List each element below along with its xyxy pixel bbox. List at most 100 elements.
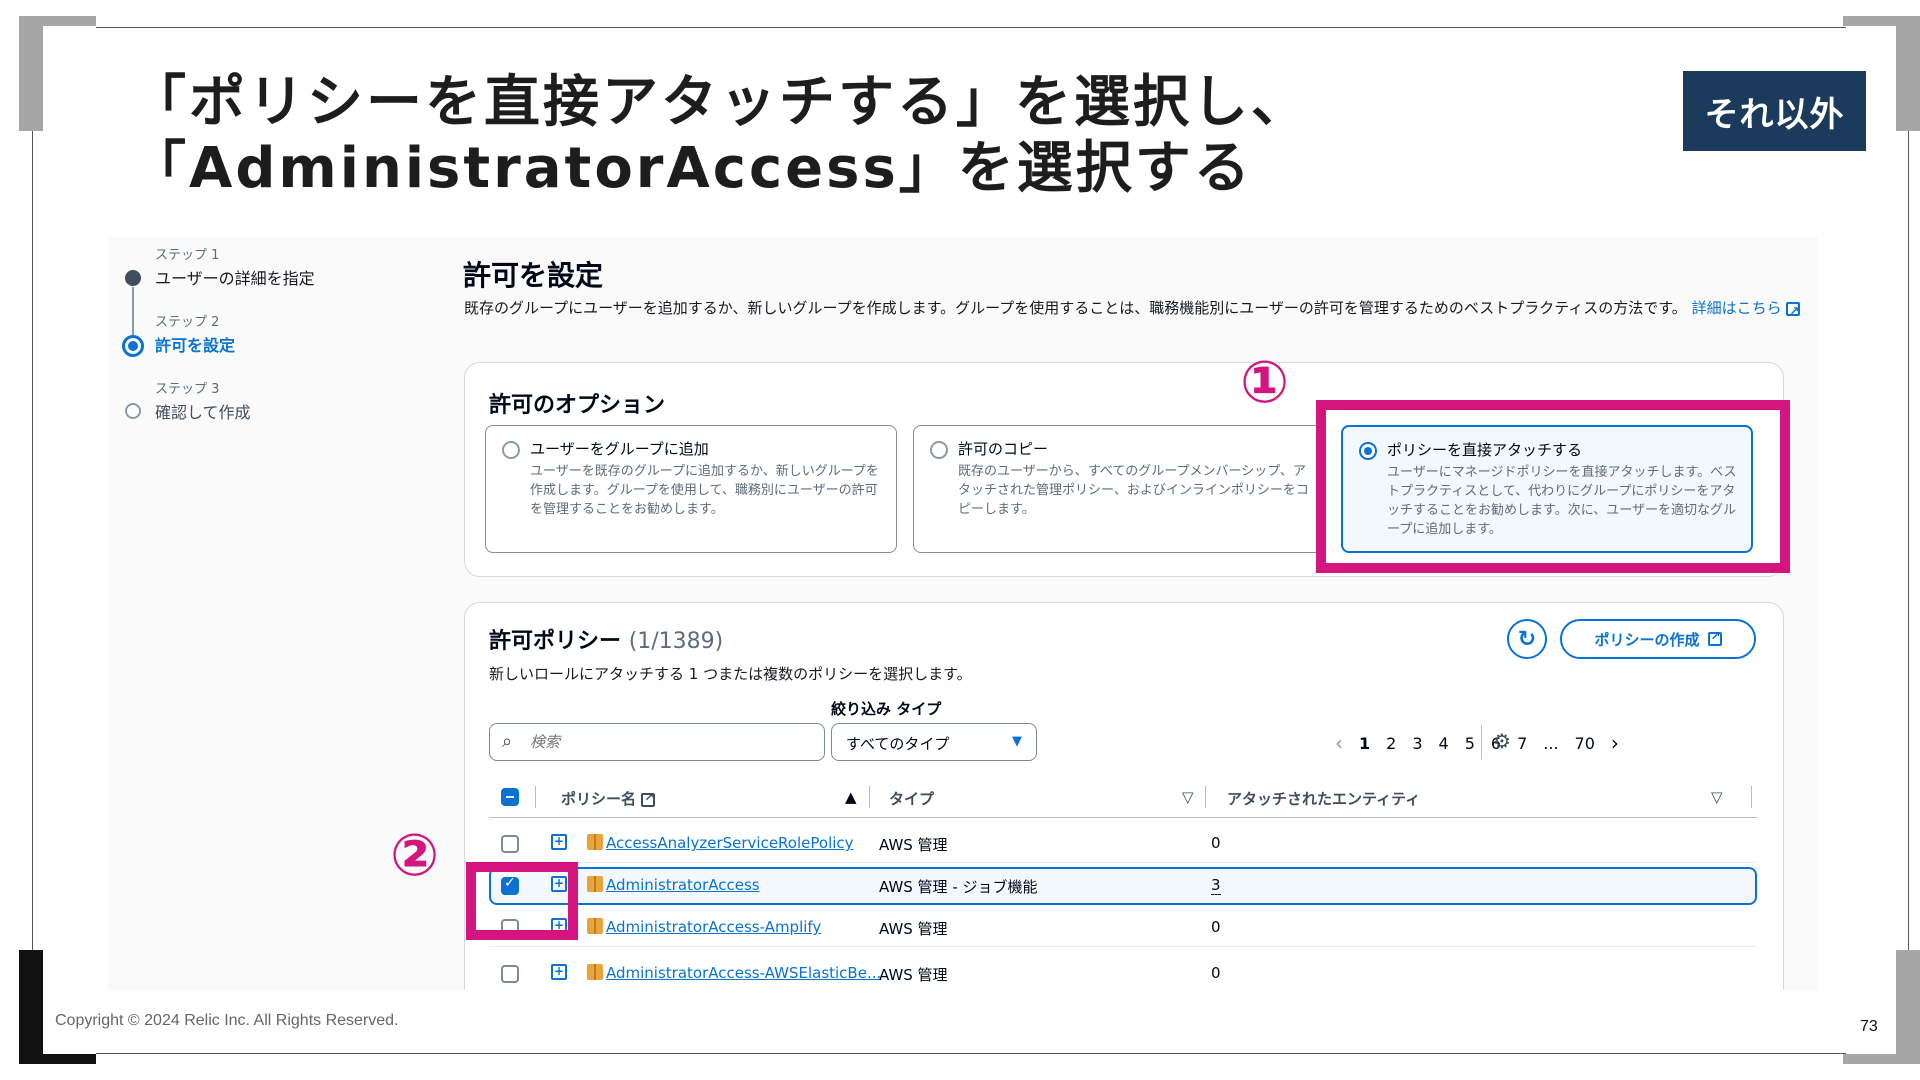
- create-policy-label: ポリシーの作成: [1594, 630, 1700, 649]
- page-number: 73: [1860, 1018, 1878, 1035]
- corner-bottom-right: [1843, 1054, 1920, 1064]
- category-badge: それ以外: [1683, 71, 1866, 151]
- description-text: 既存のグループにユーザーを追加するか、新しいグループを作成します。グループを使用…: [464, 299, 1687, 317]
- attached-entities: 0: [1211, 918, 1221, 936]
- page-link[interactable]: 7: [1517, 734, 1527, 753]
- frame-bottom-line: [96, 1053, 1846, 1054]
- external-link-icon: [1786, 299, 1801, 324]
- search-icon: ⌕: [502, 731, 513, 752]
- step-label: 許可を設定: [155, 336, 236, 355]
- divider: [535, 786, 536, 808]
- page-link[interactable]: 3: [1412, 734, 1422, 753]
- slide-title-line2: 「AdministratorAccess」を選択する: [130, 136, 1253, 201]
- frame-right-line: [1908, 130, 1909, 950]
- page-link[interactable]: 1: [1359, 734, 1370, 753]
- page-link[interactable]: 2: [1386, 734, 1396, 753]
- option-title: ユーザーをグループに追加: [530, 440, 709, 458]
- page-title: 許可を設定: [463, 259, 604, 292]
- policies-subtitle: 新しいロールにアタッチする 1 つまたは複数のポリシーを選択します。: [489, 665, 972, 683]
- page-ellipsis: ...: [1543, 733, 1559, 753]
- column-policy-name[interactable]: ポリシー名: [561, 788, 656, 809]
- options-title: 許可のオプション: [489, 393, 666, 418]
- table-header: ポリシー名 ▲ タイプ ▽ アタッチされたエンティティ ▽: [489, 778, 1757, 818]
- annotation-marker-1: ①: [1240, 348, 1290, 416]
- page-description: 既存のグループにユーザーを追加するか、新しいグループを作成します。グループを使用…: [464, 296, 1814, 324]
- table-row-selected[interactable]: + AdministratorAccess AWS 管理 - ジョブ機能 3: [489, 867, 1757, 905]
- select-all-checkbox[interactable]: [501, 788, 519, 806]
- option-description: ユーザーを既存のグループに追加するか、新しいグループを作成します。グループを使用…: [530, 464, 879, 517]
- policy-name-link[interactable]: AdministratorAccess-AWSElasticBe...: [606, 964, 881, 982]
- step-current-dot: [122, 335, 144, 357]
- option-add-to-group[interactable]: ユーザーをグループに追加 ユーザーを既存のグループに追加するか、新しいグループを…: [485, 425, 897, 553]
- step-number: ステップ 2: [155, 315, 220, 330]
- option-title: 許可のコピー: [958, 440, 1049, 458]
- step-connector: [132, 287, 134, 335]
- radio-button[interactable]: [930, 441, 948, 459]
- create-policy-button[interactable]: ポリシーの作成: [1560, 619, 1756, 659]
- attached-entities: 0: [1211, 964, 1221, 982]
- learn-more-label: 詳細はこちら: [1691, 299, 1782, 317]
- step-label: ユーザーの詳細を指定: [155, 269, 315, 288]
- table-row[interactable]: + AdministratorAccess-Amplify AWS 管理 0: [489, 909, 1757, 947]
- attached-entities: 0: [1211, 834, 1221, 852]
- column-attached-entities[interactable]: アタッチされたエンティティ: [1227, 788, 1420, 809]
- page-link[interactable]: 4: [1439, 734, 1449, 753]
- page-link[interactable]: 70: [1575, 734, 1595, 753]
- aws-managed-policy-icon: [587, 918, 603, 934]
- sort-icon[interactable]: ▽: [1711, 788, 1723, 806]
- corner-top-right-v: [1896, 16, 1920, 131]
- aws-managed-policy-icon: [587, 834, 603, 850]
- chevron-right-icon[interactable]: ›: [1611, 731, 1619, 755]
- policy-type: AWS 管理: [879, 966, 948, 984]
- policy-name-link[interactable]: AdministratorAccess: [606, 876, 760, 894]
- aws-managed-policy-icon: [587, 876, 603, 892]
- row-checkbox[interactable]: [501, 965, 519, 983]
- highlight-box-1: [1316, 400, 1790, 573]
- page-link[interactable]: 5: [1465, 734, 1475, 753]
- gear-icon[interactable]: ⚙: [1493, 729, 1511, 753]
- policies-count: (1/1389): [628, 629, 724, 654]
- step-number: ステップ 3: [155, 382, 220, 397]
- sort-ascending-icon[interactable]: ▲: [845, 788, 857, 806]
- search-field[interactable]: ⌕: [489, 723, 825, 761]
- divider: [1481, 725, 1482, 759]
- refresh-button[interactable]: ↻: [1507, 619, 1547, 659]
- table-row[interactable]: + AccessAnalyzerServiceRolePolicy AWS 管理…: [489, 825, 1757, 863]
- corner-top-left-v: [19, 16, 43, 131]
- annotation-marker-2: ②: [390, 821, 440, 889]
- option-copy-permissions[interactable]: 許可のコピー 既存のユーザーから、すべてのグループメンバーシップ、アタッチされた…: [913, 425, 1325, 553]
- refresh-icon: ↻: [1517, 626, 1537, 652]
- option-description: 既存のユーザーから、すべてのグループメンバーシップ、アタッチされた管理ポリシー、…: [958, 464, 1309, 517]
- table-row[interactable]: + AdministratorAccess-AWSElasticBe... AW…: [489, 955, 1757, 990]
- external-link-icon: [1707, 629, 1722, 646]
- corner-bottom-left-v: [19, 950, 43, 1064]
- external-link-icon: [641, 790, 656, 807]
- column-type[interactable]: タイプ: [889, 788, 934, 809]
- search-input[interactable]: [530, 730, 810, 754]
- policy-name-link[interactable]: AdministratorAccess-Amplify: [606, 918, 821, 936]
- copyright-text: Copyright © 2024 Relic Inc. All Rights R…: [55, 1012, 399, 1029]
- step-number: ステップ 1: [155, 248, 220, 263]
- chevron-left-icon[interactable]: ‹: [1335, 731, 1343, 755]
- step-done-dot: [125, 270, 141, 286]
- row-checkbox[interactable]: [501, 835, 519, 853]
- frame-left-line: [32, 130, 33, 950]
- aws-managed-policy-icon: [587, 964, 603, 980]
- policy-name-link[interactable]: AccessAnalyzerServiceRolePolicy: [606, 834, 854, 852]
- policies-title-text: 許可ポリシー: [489, 629, 622, 654]
- attached-entities[interactable]: 3: [1211, 876, 1221, 895]
- divider: [1751, 786, 1752, 808]
- radio-button[interactable]: [502, 441, 520, 459]
- learn-more-link[interactable]: 詳細はこちら: [1691, 299, 1801, 324]
- slide-title-line1: 「ポリシーを直接アタッチする」を選択し、: [130, 70, 1310, 135]
- caret-down-icon: ▼: [1012, 734, 1022, 749]
- divider: [1205, 786, 1206, 808]
- expand-icon[interactable]: +: [551, 964, 567, 980]
- expand-icon[interactable]: +: [551, 834, 567, 850]
- corner-bottom-right-v: [1896, 950, 1920, 1064]
- type-filter-value: すべてのタイプ: [846, 735, 950, 753]
- sort-icon[interactable]: ▽: [1182, 788, 1194, 806]
- policy-type: AWS 管理: [879, 920, 948, 938]
- policy-type: AWS 管理: [879, 836, 948, 854]
- type-filter-select[interactable]: すべてのタイプ ▼: [831, 723, 1037, 761]
